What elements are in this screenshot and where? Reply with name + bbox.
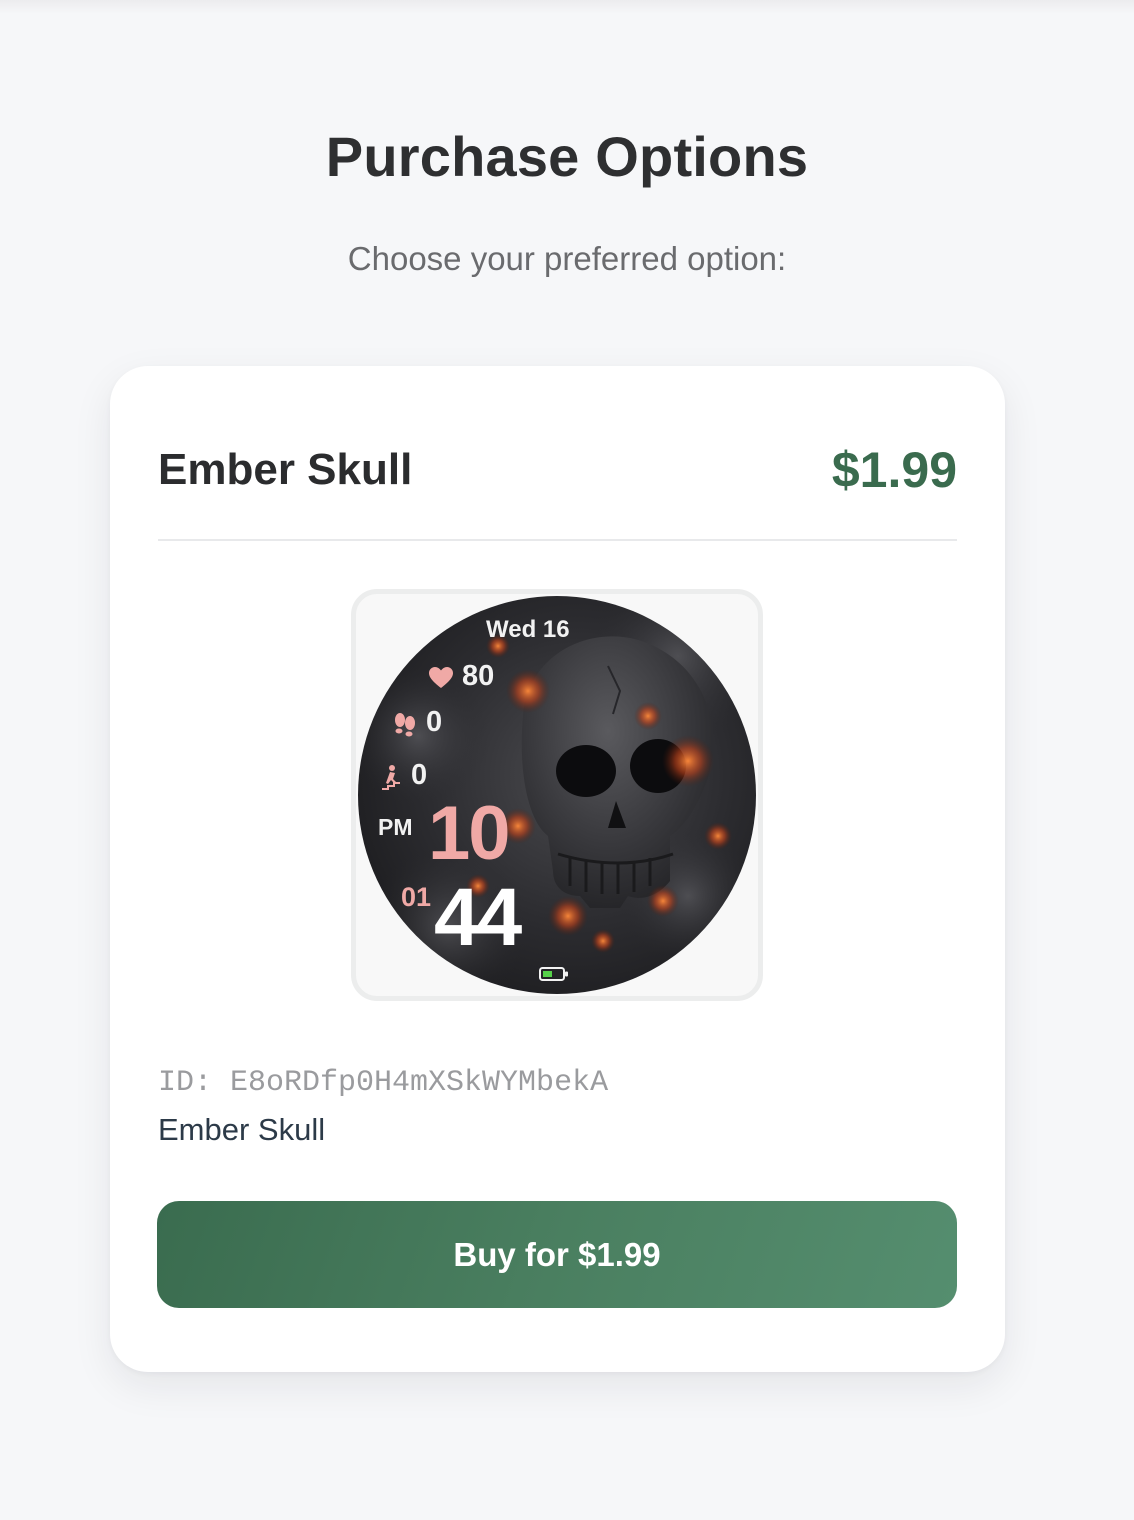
product-price: $1.99: [831, 442, 957, 498]
heart-rate-value: 80: [462, 660, 495, 692]
top-edge-shade: [0, 0, 1134, 14]
footsteps-icon: [395, 713, 415, 737]
steps-value: 0: [426, 706, 443, 738]
seconds-value: 01: [401, 882, 432, 912]
product-description-name: Ember Skull: [158, 1112, 326, 1147]
battery-icon: [539, 967, 568, 981]
buy-button[interactable]: Buy for $1.99: [157, 1201, 957, 1308]
card-header: Ember Skull $1.99: [158, 438, 957, 502]
ampm-indicator: PM: [378, 814, 413, 840]
minutes-value: 44: [434, 872, 522, 963]
watch-face-image: Wed 16 80 0 0 PM 10 01 44: [358, 596, 756, 994]
stairs-icon: [382, 765, 400, 790]
purchase-option-card: Ember Skull $1.99 Wed 16 80 0 0 PM 10 01…: [110, 366, 1005, 1372]
page-subtitle: Choose your preferred option:: [347, 240, 787, 277]
heart-icon: [429, 667, 453, 688]
ember-skull-artwork: [358, 596, 756, 994]
divider: [158, 539, 957, 541]
product-id: ID: E8oRDfp0H4mXSkWYMbekA: [158, 1066, 609, 1100]
page-title: Purchase Options: [325, 125, 809, 188]
product-name: Ember Skull: [158, 445, 413, 494]
watch-face-preview: Wed 16 80 0 0 PM 10 01 44: [351, 589, 763, 1001]
floors-value: 0: [411, 759, 428, 791]
watch-date: Wed 16: [486, 616, 570, 643]
hour-value: 10: [428, 791, 511, 876]
